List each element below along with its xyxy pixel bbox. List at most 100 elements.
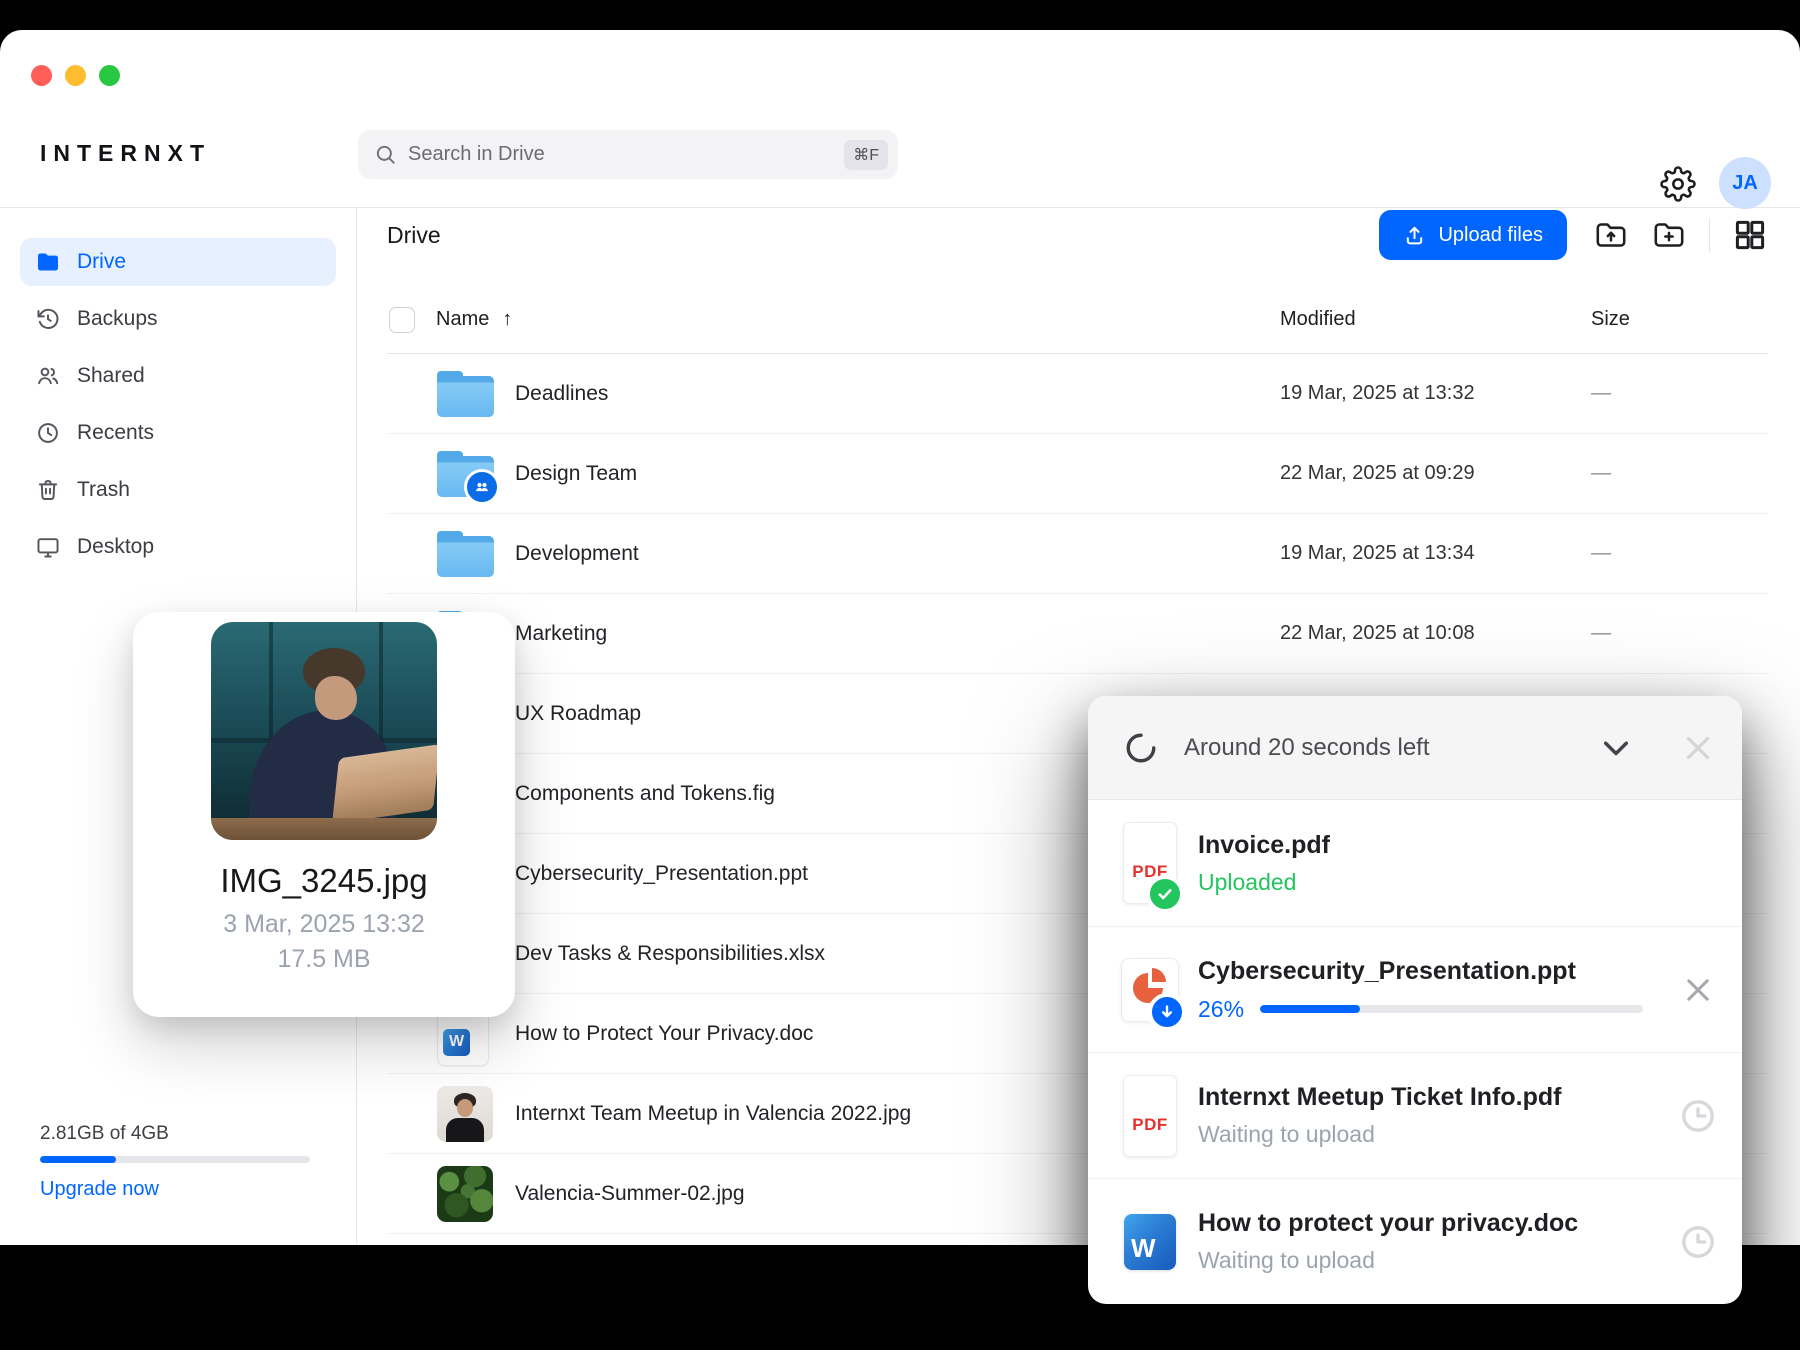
toast-header: Around 20 seconds left <box>1088 696 1742 800</box>
screenshot-stage: INTERNXT Search in Drive ⌘F JA Drive Bac… <box>0 0 1800 1350</box>
sidebar-item-drive[interactable]: Drive <box>20 238 336 286</box>
sidebar-item-label: Backups <box>77 307 158 330</box>
upload-item: Cybersecurity_Presentation.ppt 26% <box>1088 926 1742 1052</box>
file-name: Design Team <box>515 461 638 485</box>
upload-item: PDF Internxt Meetup Ticket Info.pdf Wait… <box>1088 1052 1742 1178</box>
sidebar-item-shared[interactable]: Shared <box>20 352 336 400</box>
page-title: Drive <box>387 221 441 248</box>
file-modified: 19 Mar, 2025 at 13:32 <box>1280 382 1475 404</box>
file-modified: 19 Mar, 2025 at 13:34 <box>1280 542 1475 564</box>
upload-item-status: Uploaded <box>1198 868 1297 895</box>
trash-icon <box>35 477 61 503</box>
drive-folder-icon <box>35 249 61 275</box>
upload-files-label: Upload files <box>1438 223 1543 246</box>
preview-modified-date: 3 Mar, 2025 13:32 <box>223 910 425 938</box>
search-input[interactable]: Search in Drive ⌘F <box>358 130 898 179</box>
upload-item-status: Waiting to upload <box>1198 1247 1375 1273</box>
cancel-upload-icon[interactable] <box>1678 970 1718 1010</box>
shared-people-icon <box>35 363 61 389</box>
sidebar-item-label: Recents <box>77 421 155 444</box>
shared-folder-icon <box>437 450 500 505</box>
sidebar-item-label: Trash <box>77 478 130 501</box>
sidebar-item-trash[interactable]: Trash <box>20 466 336 514</box>
table-row[interactable]: Deadlines 19 Mar, 2025 at 13:32 — <box>387 354 1768 434</box>
upload-item-filename: Invoice.pdf <box>1198 830 1330 859</box>
file-size: — <box>1591 382 1611 404</box>
window-controls <box>31 65 120 86</box>
upload-item-status: Waiting to upload <box>1198 1121 1375 1147</box>
upload-icon <box>1403 224 1426 247</box>
image-thumbnail <box>437 1085 493 1142</box>
file-modified: 22 Mar, 2025 at 10:08 <box>1280 622 1475 644</box>
word-file-icon: W <box>1124 1213 1176 1270</box>
search-shortcut-badge: ⌘F <box>844 139 888 170</box>
sidebar-item-desktop[interactable]: Desktop <box>20 523 336 571</box>
upload-item-filename: Cybersecurity_Presentation.ppt <box>1198 956 1576 985</box>
file-modified: 22 Mar, 2025 at 09:29 <box>1280 462 1475 484</box>
waiting-clock-icon <box>1678 1096 1718 1136</box>
internxt-logo: INTERNXT <box>40 140 211 166</box>
preview-filename: IMG_3245.jpg <box>220 862 428 899</box>
toolbar-divider <box>1709 218 1710 252</box>
sidebar-item-recents[interactable]: Recents <box>20 409 336 457</box>
sidebar-item-label: Desktop <box>77 535 155 558</box>
waiting-clock-icon <box>1678 1222 1718 1262</box>
folder-icon <box>437 530 494 577</box>
file-size: — <box>1591 462 1611 484</box>
zoom-window-button[interactable] <box>99 65 120 86</box>
preview-filesize: 17.5 MB <box>277 945 371 973</box>
upload-item-filename: Internxt Meetup Ticket Info.pdf <box>1198 1083 1562 1111</box>
pdf-file-icon: PDF <box>1123 822 1184 913</box>
column-header-size[interactable]: Size <box>1591 308 1768 331</box>
new-folder-button[interactable] <box>1651 217 1687 253</box>
upload-percent: 26% <box>1198 995 1245 1022</box>
file-size: — <box>1591 622 1611 644</box>
recents-clock-icon <box>35 420 61 446</box>
column-header-modified[interactable]: Modified <box>1280 308 1591 331</box>
search-placeholder: Search in Drive <box>408 143 545 165</box>
search-icon <box>374 143 397 166</box>
word-logo-icon: W <box>443 1028 470 1056</box>
select-all-checkbox[interactable] <box>389 306 415 333</box>
storage-usage-fill <box>40 1156 116 1163</box>
settings-gear-icon[interactable] <box>1660 166 1696 202</box>
user-avatar[interactable]: JA <box>1719 157 1771 209</box>
file-name: Development <box>515 541 639 565</box>
top-bar: INTERNXT Search in Drive ⌘F JA <box>0 30 1800 209</box>
chevron-down-icon[interactable] <box>1597 729 1635 767</box>
column-header-name[interactable]: Name ↑ <box>436 308 1280 331</box>
page-header: Drive Upload files <box>357 207 1800 260</box>
grid-view-button[interactable] <box>1732 217 1768 253</box>
sort-ascending-icon: ↑ <box>502 308 513 330</box>
table-row[interactable]: Marketing 22 Mar, 2025 at 10:08 — <box>387 594 1768 674</box>
upload-folder-button[interactable] <box>1593 217 1629 253</box>
table-row[interactable]: Development 19 Mar, 2025 at 13:34 — <box>387 514 1768 594</box>
storage-usage-label: 2.81GB of 4GB <box>40 1123 169 1144</box>
desktop-monitor-icon <box>35 534 61 560</box>
uploaded-check-icon <box>1146 875 1184 913</box>
uploading-arrow-icon <box>1148 992 1186 1031</box>
table-row[interactable]: Design Team 22 Mar, 2025 at 09:29 — <box>387 434 1768 514</box>
upload-progress-bar <box>1260 1005 1644 1013</box>
image-thumbnail <box>437 1165 493 1222</box>
close-icon[interactable] <box>1679 729 1717 767</box>
close-window-button[interactable] <box>31 65 52 86</box>
table-header: Name ↑ Modified Size <box>387 260 1768 354</box>
upload-progress-toast: Around 20 seconds left PDF Invoice.pdf U… <box>1088 696 1742 1304</box>
backups-history-icon <box>35 306 61 332</box>
sidebar-item-backups[interactable]: Backups <box>20 295 336 343</box>
upload-item: PDF Invoice.pdf Uploaded <box>1088 800 1742 926</box>
file-size: — <box>1591 542 1611 564</box>
sidebar-item-label: Drive <box>77 250 127 273</box>
upload-files-button[interactable]: Upload files <box>1379 210 1567 260</box>
folder-icon <box>437 370 494 417</box>
upgrade-now-link[interactable]: Upgrade now <box>40 1178 310 1201</box>
preview-photo <box>211 622 437 840</box>
storage-usage-bar <box>40 1156 310 1163</box>
toast-title: Around 20 seconds left <box>1184 733 1430 761</box>
file-name: Marketing <box>515 621 608 645</box>
file-preview-card: IMG_3245.jpg 3 Mar, 2025 13:32 17.5 MB <box>133 612 515 1017</box>
ppt-file-icon <box>1121 957 1186 1031</box>
minimize-window-button[interactable] <box>65 65 86 86</box>
spinner-icon <box>1124 731 1158 765</box>
